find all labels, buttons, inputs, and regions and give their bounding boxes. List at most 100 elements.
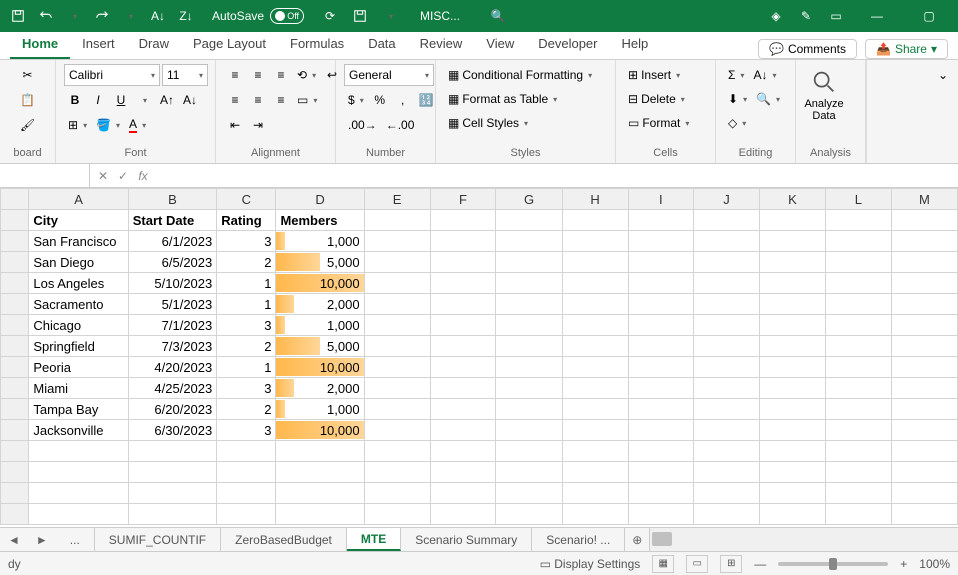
- cell[interactable]: [430, 210, 496, 231]
- col-header[interactable]: F: [430, 189, 496, 210]
- cell[interactable]: [496, 315, 562, 336]
- cell[interactable]: [825, 441, 891, 462]
- cell[interactable]: 5/1/2023: [128, 294, 216, 315]
- toggle-switch[interactable]: Off: [270, 8, 304, 24]
- cell[interactable]: [562, 462, 628, 483]
- insert-button[interactable]: ⊞ Insert: [624, 64, 712, 86]
- row-header[interactable]: [1, 462, 29, 483]
- cell[interactable]: [891, 252, 957, 273]
- font-size-combo[interactable]: 11▾: [162, 64, 208, 86]
- cell[interactable]: [430, 252, 496, 273]
- cell[interactable]: [694, 252, 760, 273]
- tab-view[interactable]: View: [474, 32, 526, 59]
- underline-dropdown[interactable]: [133, 89, 155, 111]
- maximize-button[interactable]: ▢: [906, 0, 952, 32]
- cell[interactable]: [496, 294, 562, 315]
- cell[interactable]: [891, 231, 957, 252]
- clear-icon[interactable]: ◇: [724, 112, 750, 134]
- cell[interactable]: [430, 315, 496, 336]
- cell[interactable]: 3: [217, 315, 276, 336]
- cell[interactable]: 1: [217, 294, 276, 315]
- cell[interactable]: [628, 378, 694, 399]
- merge-icon[interactable]: ▭: [293, 89, 321, 111]
- row-header[interactable]: [1, 273, 29, 294]
- increase-font-icon[interactable]: A↑: [156, 89, 178, 111]
- cell[interactable]: [496, 273, 562, 294]
- cell[interactable]: [276, 441, 364, 462]
- enter-formula-icon[interactable]: ✓: [114, 169, 132, 183]
- cell[interactable]: [562, 294, 628, 315]
- cell[interactable]: [825, 252, 891, 273]
- autosave-toggle[interactable]: AutoSave Off: [212, 8, 304, 24]
- comma-icon[interactable]: ,: [392, 89, 414, 111]
- cell[interactable]: [496, 210, 562, 231]
- cell[interactable]: [891, 504, 957, 525]
- row-header[interactable]: [1, 420, 29, 441]
- cell[interactable]: 4/20/2023: [128, 357, 216, 378]
- cell[interactable]: [694, 399, 760, 420]
- cell[interactable]: [891, 441, 957, 462]
- row-header[interactable]: [1, 504, 29, 525]
- cell[interactable]: [562, 357, 628, 378]
- cell[interactable]: [694, 294, 760, 315]
- pencil-icon[interactable]: ✎: [794, 4, 818, 28]
- cell[interactable]: [759, 483, 825, 504]
- display-settings-button[interactable]: ▭ Display Settings: [540, 557, 641, 571]
- cell[interactable]: [128, 441, 216, 462]
- cell[interactable]: [128, 462, 216, 483]
- cell[interactable]: [128, 504, 216, 525]
- cell[interactable]: [891, 462, 957, 483]
- sheet-nav-next[interactable]: ►: [28, 533, 56, 547]
- cell[interactable]: [825, 294, 891, 315]
- save-icon-2[interactable]: [348, 4, 372, 28]
- cell[interactable]: 1: [217, 357, 276, 378]
- minimize-button[interactable]: —: [854, 0, 900, 32]
- cell[interactable]: 2: [217, 399, 276, 420]
- cell[interactable]: 2,000: [276, 378, 364, 399]
- cell[interactable]: [430, 399, 496, 420]
- cell[interactable]: [825, 231, 891, 252]
- cell[interactable]: [759, 378, 825, 399]
- align-left-icon[interactable]: ≡: [224, 89, 246, 111]
- cell[interactable]: [628, 504, 694, 525]
- align-middle-icon[interactable]: ≡: [247, 64, 269, 86]
- tab-review[interactable]: Review: [408, 32, 475, 59]
- zoom-slider[interactable]: [778, 562, 888, 566]
- font-name-combo[interactable]: Calibri▾: [64, 64, 160, 86]
- cell[interactable]: [825, 210, 891, 231]
- align-bottom-icon[interactable]: ≡: [270, 64, 292, 86]
- cell[interactable]: [29, 504, 128, 525]
- cell[interactable]: Rating: [217, 210, 276, 231]
- cell[interactable]: [628, 441, 694, 462]
- italic-button[interactable]: I: [87, 89, 109, 111]
- tab-page-layout[interactable]: Page Layout: [181, 32, 278, 59]
- search-icon[interactable]: 🔍: [486, 4, 510, 28]
- cell[interactable]: [562, 441, 628, 462]
- cell[interactable]: 5,000: [276, 252, 364, 273]
- cell[interactable]: [364, 315, 430, 336]
- cell[interactable]: [759, 252, 825, 273]
- cell[interactable]: [128, 483, 216, 504]
- cell[interactable]: [29, 462, 128, 483]
- sheet-tab[interactable]: Scenario Summary: [401, 528, 532, 551]
- row-header[interactable]: [1, 294, 29, 315]
- refresh-icon[interactable]: ⟳: [318, 4, 342, 28]
- cell-styles-button[interactable]: ▦ Cell Styles: [444, 112, 584, 134]
- autosum-icon[interactable]: Σ: [724, 64, 748, 86]
- cell[interactable]: [430, 378, 496, 399]
- bold-button[interactable]: B: [64, 89, 86, 111]
- cell[interactable]: [628, 252, 694, 273]
- col-header[interactable]: J: [694, 189, 760, 210]
- tab-insert[interactable]: Insert: [70, 32, 127, 59]
- cell[interactable]: [364, 504, 430, 525]
- increase-decimal-icon[interactable]: .00→: [344, 114, 381, 136]
- cell[interactable]: [628, 315, 694, 336]
- cell[interactable]: [759, 231, 825, 252]
- cell[interactable]: [694, 378, 760, 399]
- sheet-tab[interactable]: MTE: [347, 528, 401, 551]
- name-box[interactable]: [0, 164, 90, 187]
- number-format-combo[interactable]: General▾: [344, 64, 434, 86]
- cell[interactable]: 7/1/2023: [128, 315, 216, 336]
- cell[interactable]: [891, 483, 957, 504]
- cell[interactable]: [694, 504, 760, 525]
